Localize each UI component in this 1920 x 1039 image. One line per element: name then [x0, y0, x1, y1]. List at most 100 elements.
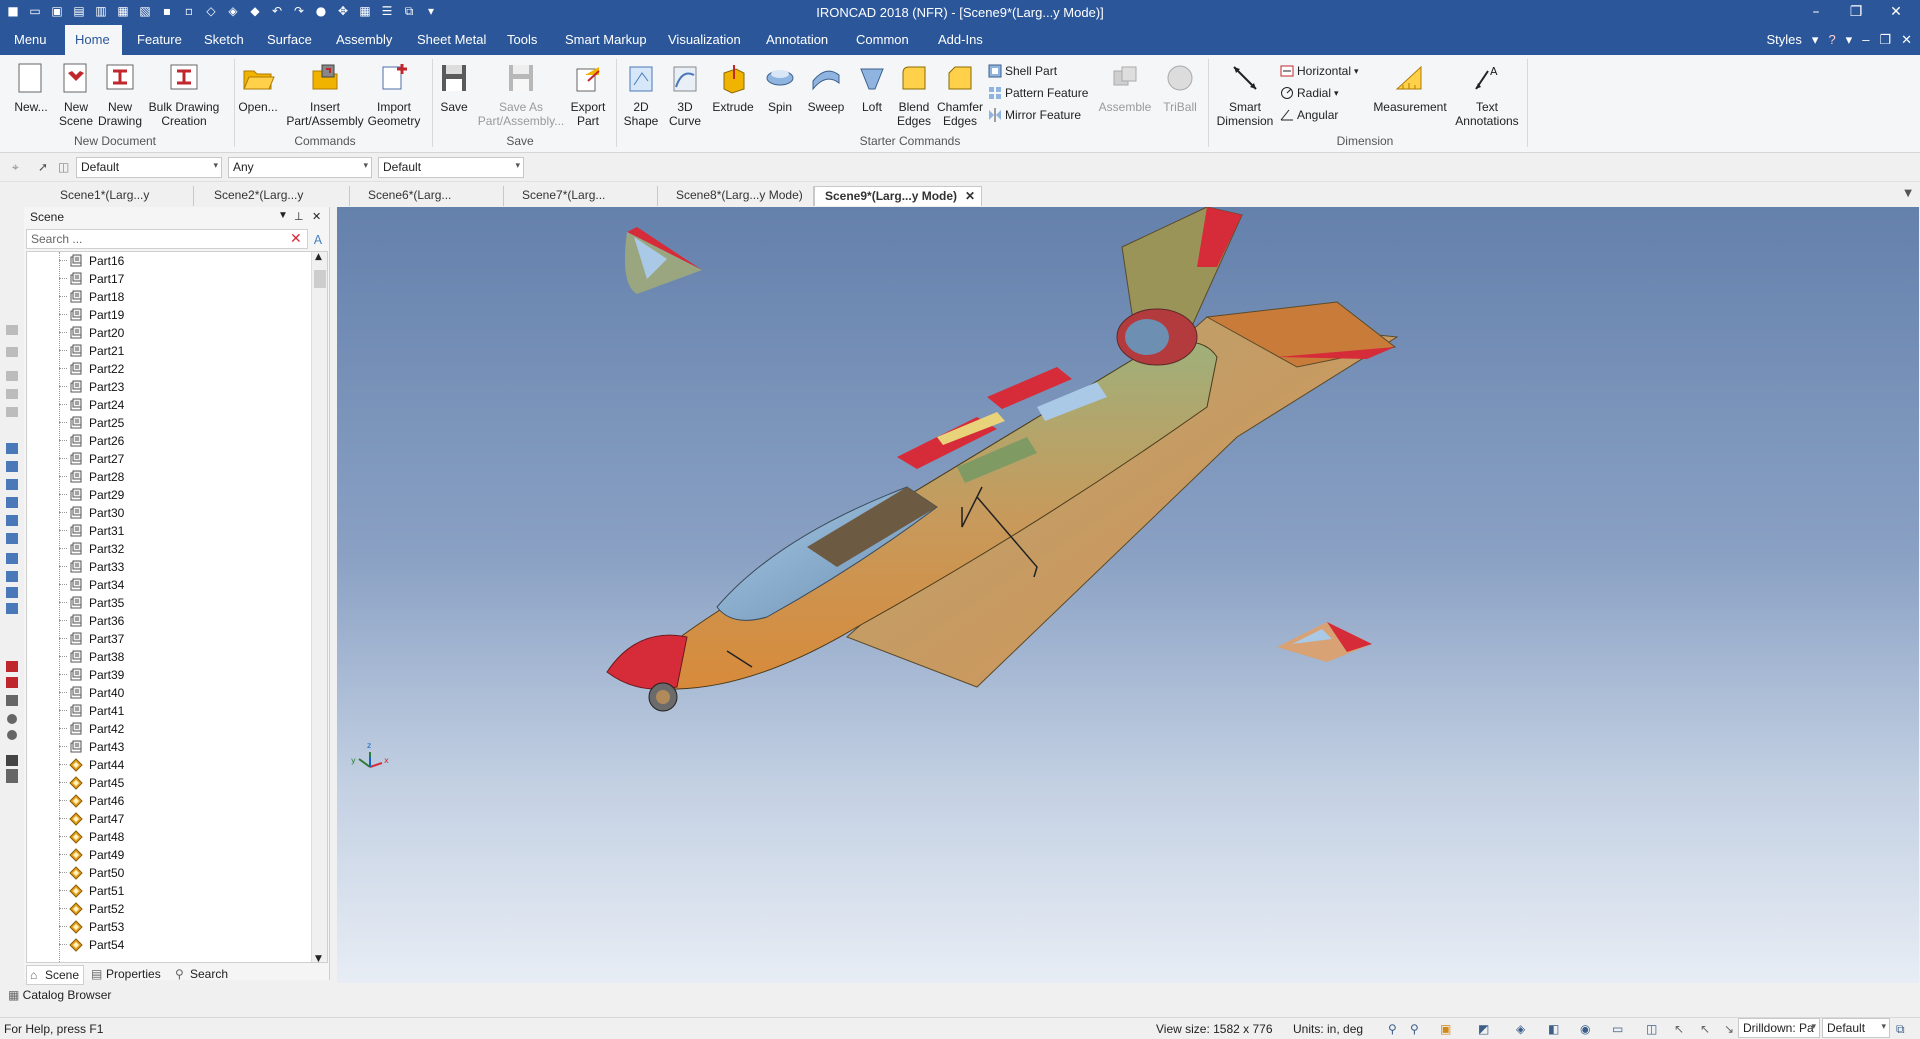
- tree-item-part[interactable]: Part39: [27, 666, 313, 684]
- tree-item-part[interactable]: Part52: [27, 900, 313, 918]
- block-icon[interactable]: [6, 479, 18, 490]
- dropdown-chevron-icon[interactable]: ▼: [278, 210, 288, 221]
- tab-assembly[interactable]: Assembly: [326, 25, 402, 55]
- minimize-button[interactable]: –: [1796, 2, 1836, 22]
- dimension-icon[interactable]: [6, 695, 18, 706]
- text-annotations-button[interactable]: A Text Annotations: [1454, 61, 1520, 128]
- block-icon[interactable]: [6, 461, 18, 472]
- tree-item-part[interactable]: Part46: [27, 792, 313, 810]
- tree-item-part[interactable]: Part47: [27, 810, 313, 828]
- block-icon[interactable]: [6, 497, 18, 508]
- save-as-button[interactable]: Save As Part/Assembly...: [474, 61, 568, 128]
- panel-tab-properties[interactable]: ▤ Properties: [88, 965, 168, 985]
- tree-item-part[interactable]: Part40: [27, 684, 313, 702]
- tab-add-ins[interactable]: Add-Ins: [928, 25, 993, 55]
- new-button[interactable]: New...: [10, 61, 52, 114]
- tree-item-part[interactable]: Part49: [27, 846, 313, 864]
- measure-icon[interactable]: [6, 677, 18, 688]
- chamfer-edges-button[interactable]: Chamfer Edges: [936, 61, 984, 128]
- sweep-button[interactable]: Sweep: [804, 61, 848, 114]
- select-arrow-icon[interactable]: ↖: [1674, 1022, 1684, 1036]
- close-panel-icon[interactable]: ✕: [312, 210, 321, 223]
- blend-edges-button[interactable]: Blend Edges: [894, 61, 934, 128]
- assemble-button[interactable]: Assemble: [1094, 61, 1156, 114]
- measurement-button[interactable]: Measurement: [1370, 61, 1450, 114]
- tree-item-part[interactable]: Part44: [27, 756, 313, 774]
- close-button[interactable]: ✕: [1876, 2, 1916, 22]
- tree-item-part[interactable]: Part31: [27, 522, 313, 540]
- tool-icon[interactable]: [6, 769, 18, 783]
- tree-item-part[interactable]: Part24: [27, 396, 313, 414]
- tree-item-part[interactable]: Part35: [27, 594, 313, 612]
- measure-icon[interactable]: [6, 661, 18, 672]
- style-combo[interactable]: Default ▾: [76, 157, 222, 178]
- 2d-shape-button[interactable]: 2D Shape: [620, 61, 662, 128]
- status-style-combo[interactable]: Default ▾: [1822, 1018, 1890, 1038]
- color-combo[interactable]: Default ▾: [378, 157, 524, 178]
- open-button[interactable]: Open...: [236, 61, 280, 114]
- scroll-up-icon[interactable]: ▲: [315, 252, 322, 262]
- block-icon[interactable]: [6, 571, 18, 582]
- smart-dimension-button[interactable]: Smart Dimension: [1212, 61, 1278, 128]
- panel-tab-scene[interactable]: ⌂ Scene: [26, 965, 84, 985]
- tab-home[interactable]: Home: [65, 25, 122, 55]
- panel-tab-search[interactable]: ⚲ Search: [172, 965, 242, 985]
- tree-item-part[interactable]: Part30: [27, 504, 313, 522]
- tree-item-part[interactable]: Part18: [27, 288, 313, 306]
- filter-combo[interactable]: Any ▾: [228, 157, 372, 178]
- tree-item-part[interactable]: Part33: [27, 558, 313, 576]
- tree-item-part[interactable]: Part41: [27, 702, 313, 720]
- block-icon[interactable]: [6, 587, 18, 598]
- help-icon[interactable]: ?: [1828, 25, 1835, 55]
- select-pointer-icon[interactable]: ↖: [1700, 1022, 1710, 1036]
- angular-dimension-button[interactable]: Angular: [1280, 106, 1338, 124]
- 3d-curve-button[interactable]: 3D Curve: [664, 61, 706, 128]
- shell-part-button[interactable]: Shell Part: [988, 62, 1057, 80]
- tool-icon[interactable]: [6, 389, 18, 399]
- doc-tab-scene8[interactable]: Scene8*(Larg...y Mode): [666, 186, 814, 206]
- search-filter-icon[interactable]: Ａ: [312, 231, 324, 248]
- camera-icon[interactable]: ◉: [1580, 1022, 1590, 1036]
- tab-tools[interactable]: Tools: [497, 25, 547, 55]
- tree-item-part[interactable]: Part50: [27, 864, 313, 882]
- layout-icon[interactable]: ⧉: [1896, 1022, 1905, 1037]
- tree-item-part[interactable]: Part48: [27, 828, 313, 846]
- tree-item-part[interactable]: Part17: [27, 270, 313, 288]
- tool-icon[interactable]: [6, 347, 18, 357]
- section-icon[interactable]: ◫: [1646, 1022, 1657, 1036]
- block-icon[interactable]: [6, 603, 18, 614]
- bulk-drawing-button[interactable]: Bulk Drawing Creation: [146, 61, 222, 128]
- close-tab-icon[interactable]: ✕: [965, 187, 975, 205]
- selection-filter-icon[interactable]: ⌖: [12, 160, 19, 175]
- radial-dimension-button[interactable]: Radial ▾: [1280, 84, 1339, 102]
- drilldown-combo[interactable]: Drilldown: Pa ▾: [1738, 1018, 1820, 1038]
- shading-icon[interactable]: ◧: [1548, 1022, 1559, 1036]
- tree-item-part[interactable]: Part28: [27, 468, 313, 486]
- block-icon[interactable]: [6, 443, 18, 454]
- 3d-viewport[interactable]: z x y: [337, 207, 1919, 983]
- zoom-extents-icon[interactable]: ⚲: [1410, 1022, 1419, 1036]
- doc-tab-scene6[interactable]: Scene6*(Larg... Mode)*: [358, 186, 504, 220]
- doc-tab-scene2[interactable]: Scene2*(Larg...y Mode): [204, 186, 350, 220]
- insert-part-assembly-button[interactable]: Insert Part/Assembly: [284, 61, 366, 128]
- doc-tab-scene1[interactable]: Scene1*(Larg...y Mode): [50, 186, 194, 220]
- doc-tab-scene7[interactable]: Scene7*(Larg... Mode)*: [512, 186, 658, 220]
- loft-button[interactable]: Loft: [852, 61, 892, 114]
- tree-item-part[interactable]: Part45: [27, 774, 313, 792]
- spin-button[interactable]: Spin: [760, 61, 800, 114]
- scene-search-input[interactable]: Search ...: [26, 229, 308, 249]
- block-icon[interactable]: [6, 533, 18, 544]
- restore-button[interactable]: ❐: [1836, 2, 1876, 22]
- doc-tab-scene9[interactable]: Scene9*(Larg...y Mode) ✕: [814, 186, 982, 206]
- radial-icon[interactable]: [7, 714, 17, 724]
- close-doc-icon[interactable]: ✕: [1901, 25, 1912, 55]
- scrollbar-thumb[interactable]: [314, 270, 326, 288]
- tab-list-chevron-icon[interactable]: ▼: [1904, 188, 1912, 199]
- tab-sheet-metal[interactable]: Sheet Metal: [407, 25, 496, 55]
- tree-item-part[interactable]: Part53: [27, 918, 313, 936]
- pattern-feature-button[interactable]: Pattern Feature: [988, 84, 1088, 102]
- new-scene-button[interactable]: New Scene: [54, 61, 98, 128]
- clear-search-icon[interactable]: ✕: [290, 231, 302, 247]
- restore-doc-icon[interactable]: ❐: [1879, 25, 1891, 55]
- catalog-browser-tab[interactable]: ▦ Catalog Browser: [0, 985, 340, 1007]
